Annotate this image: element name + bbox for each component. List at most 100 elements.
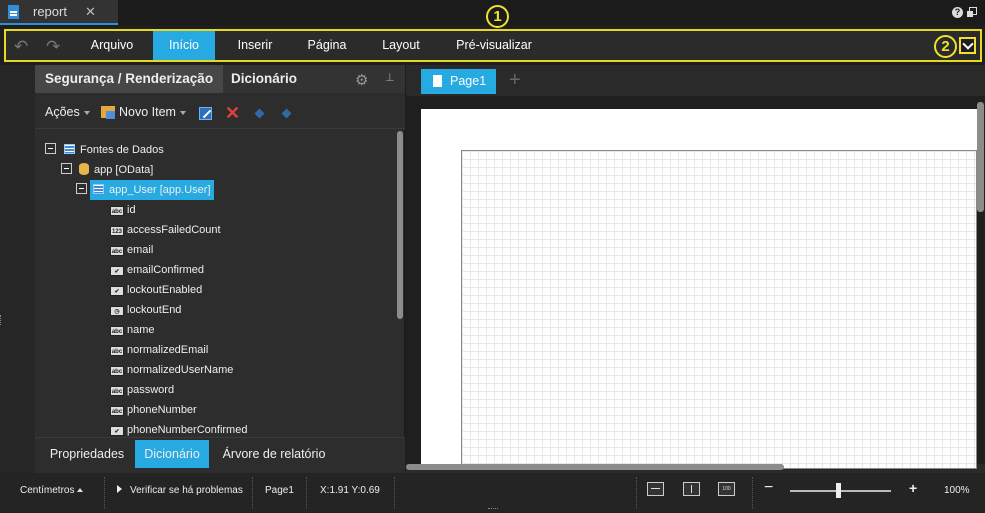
tree-field-item[interactable]: 123 accessFailedCount (110, 221, 221, 239)
collapse-toggle[interactable] (61, 163, 72, 174)
tree-field-item[interactable]: abc password (110, 381, 174, 399)
menu-pagina[interactable]: Página (296, 31, 358, 60)
tree-scrollbar-thumb[interactable] (397, 131, 403, 319)
check-issues-label: Verificar se há problemas (130, 485, 243, 496)
status-divider (752, 477, 753, 509)
fit-height-icon[interactable] (683, 482, 700, 496)
zoom-out-button[interactable]: − (764, 479, 773, 497)
collapse-toggle[interactable] (76, 183, 87, 194)
tab-dicionario-bottom[interactable]: Dicionário (135, 440, 209, 468)
tree-node-data-sources[interactable]: Fontes de Dados (64, 141, 164, 159)
tree-node-odata-source[interactable]: app [OData] (79, 161, 153, 179)
chevron-down-icon (179, 110, 186, 115)
field-name-label: phoneNumber (127, 404, 197, 416)
close-tab-icon[interactable]: ✕ (85, 4, 96, 20)
zoom-in-button[interactable]: + (909, 480, 917, 496)
tab-arvore-de-relatorio[interactable]: Árvore de relatório (215, 440, 333, 468)
menu-inserir[interactable]: Inserir (224, 31, 286, 60)
tree-field-item[interactable]: abc phoneNumber (110, 401, 197, 419)
new-item-label: Novo Item (119, 105, 176, 119)
tree-field-item[interactable]: ✔ phoneNumberConfirmed (110, 421, 247, 437)
report-grid-area[interactable] (461, 150, 977, 469)
redo-icon[interactable]: ↷ (46, 37, 60, 57)
zoom-slider-thumb[interactable] (836, 483, 841, 498)
main-menu-bar: ↶ ↷ Arquivo Início Inserir Página Layout… (4, 29, 982, 62)
restore-window-icon[interactable] (967, 7, 977, 17)
data-sources-icon (64, 144, 75, 154)
delete-icon[interactable]: ✕ (225, 103, 240, 124)
tree-field-item[interactable]: abc normalizedUserName (110, 361, 233, 379)
fit-width-icon[interactable] (647, 482, 664, 496)
field-name-label: lockoutEnd (127, 304, 182, 316)
actions-menu[interactable]: Ações (45, 105, 90, 119)
chevron-up-icon (77, 488, 84, 492)
tab-propriedades[interactable]: Propriedades (39, 440, 135, 468)
dictionary-panel: Segurança / Renderização Dicionário ⚙ ⊥ … (35, 65, 405, 473)
edit-icon[interactable] (199, 107, 212, 120)
field-type-icon: abc (110, 326, 124, 336)
tree-field-item[interactable]: abc normalizedEmail (110, 341, 208, 359)
document-tab-label: report (33, 4, 67, 19)
new-item-menu[interactable]: Novo Item (101, 105, 186, 119)
status-divider (394, 477, 395, 509)
panel-tab-strip: Segurança / Renderização Dicionário ⚙ ⊥ (35, 65, 405, 93)
zoom-level: 100% (944, 485, 970, 496)
canvas-vertical-scrollbar[interactable] (977, 102, 984, 212)
units-selector[interactable]: Centímetros (20, 485, 84, 496)
field-type-icon: abc (110, 366, 124, 376)
tree-node-label: Fontes de Dados (80, 144, 164, 156)
bottom-resize-handle[interactable] (488, 508, 498, 511)
field-type-icon: abc (110, 386, 124, 396)
field-type-icon: abc (110, 246, 124, 256)
left-collapsed-rail (0, 65, 35, 473)
tree-field-item[interactable]: abc name (110, 321, 155, 339)
tree-field-item[interactable]: ✔ lockoutEnabled (110, 281, 202, 299)
zoom-100-icon[interactable]: 100 (718, 482, 735, 496)
field-name-label: email (127, 244, 154, 256)
gear-icon[interactable]: ⚙ (355, 71, 368, 89)
tree-node-label: app_User [app.User] (109, 184, 211, 196)
pin-icon[interactable]: ⊥ (385, 71, 395, 84)
field-name-label: normalizedEmail (127, 344, 209, 356)
help-icon[interactable]: ? (952, 7, 963, 18)
field-type-icon: ✔ (110, 286, 124, 296)
dictionary-toolbar: Ações Novo Item (35, 93, 405, 129)
data-source-tree: Fontes de Dados app [OData] app_User [ap… (35, 131, 395, 437)
status-bar: Centímetros Verificar se há problemas Pa… (0, 473, 985, 513)
add-page-icon[interactable]: + (509, 69, 521, 92)
rail-resize-handle[interactable] (0, 315, 3, 325)
tab-dicionario[interactable]: Dicionário (231, 65, 297, 93)
page-icon (433, 75, 442, 87)
field-type-icon: ✔ (110, 266, 124, 276)
tab-seguranca-renderizacao[interactable]: Segurança / Renderização (35, 65, 224, 93)
field-name-label: normalizedUserName (127, 364, 234, 376)
page-tab-page1[interactable]: Page1 (421, 69, 496, 94)
tree-field-item[interactable]: ◷ lockoutEnd (110, 301, 181, 319)
menu-pre-visualizar[interactable]: Pré-visualizar (444, 31, 544, 60)
cursor-coordinates: X:1.91 Y:0.69 (320, 485, 380, 496)
database-icon (79, 163, 89, 175)
tree-node-app-user[interactable]: app_User [app.User] (90, 180, 214, 200)
report-file-icon (8, 4, 19, 19)
table-icon (93, 184, 104, 194)
canvas-horizontal-scrollbar[interactable] (406, 464, 784, 470)
status-divider (104, 477, 105, 509)
field-type-icon: ◷ (110, 306, 124, 316)
tree-field-item[interactable]: abc email (110, 241, 153, 259)
collapse-ribbon-button[interactable] (959, 37, 976, 54)
new-item-icon (101, 106, 115, 119)
tree-field-item[interactable]: ✔ emailConfirmed (110, 261, 204, 279)
field-name-label: phoneNumberConfirmed (127, 424, 248, 436)
field-name-label: accessFailedCount (127, 224, 221, 236)
menu-arquivo[interactable]: Arquivo (78, 31, 146, 60)
menu-layout[interactable]: Layout (370, 31, 432, 60)
check-issues-button[interactable]: Verificar se há problemas (117, 485, 243, 496)
page-tab-label: Page1 (450, 74, 487, 88)
menu-inicio[interactable]: Início (153, 31, 215, 60)
field-type-icon: 123 (110, 226, 124, 236)
document-tab[interactable]: report ✕ (0, 0, 118, 25)
field-type-icon: abc (110, 206, 124, 216)
undo-icon[interactable]: ↶ (14, 37, 28, 57)
collapse-toggle[interactable] (45, 143, 56, 154)
tree-field-item[interactable]: abc id (110, 201, 136, 219)
